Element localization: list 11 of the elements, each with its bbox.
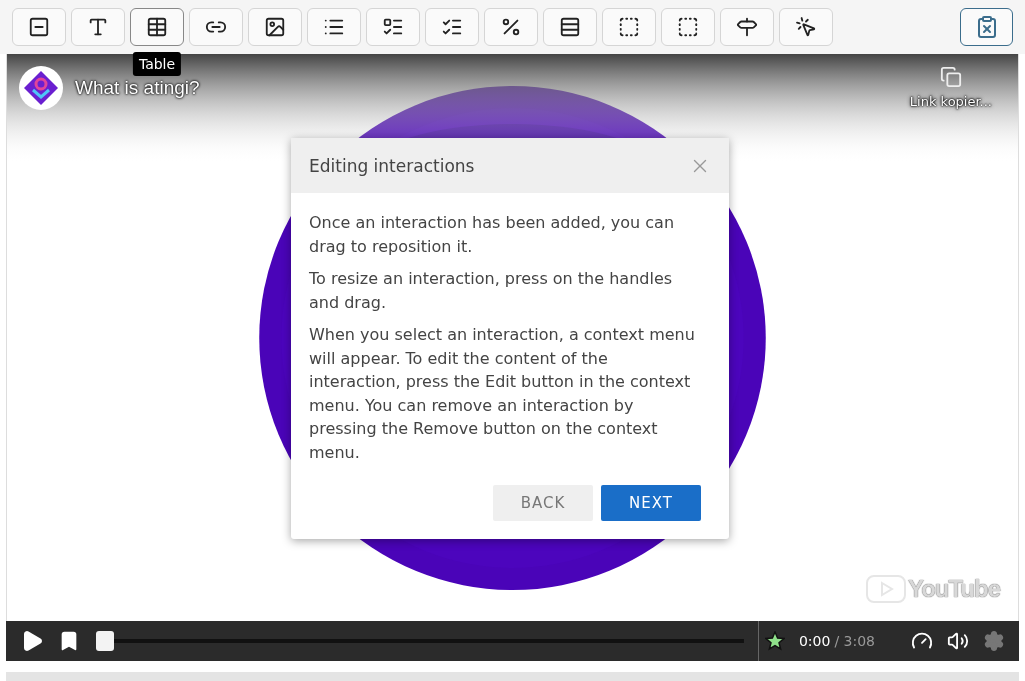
dialog-text: Once an interaction has been added, you can drag to reposition it. bbox=[309, 212, 676, 258]
back-button[interactable]: BACK bbox=[493, 485, 593, 521]
tooltip: Table bbox=[132, 52, 182, 76]
duration: / 3:08 bbox=[834, 633, 875, 649]
dialog-text: To resize an interaction, press on the handles and drag. bbox=[309, 268, 674, 314]
current-time: 0:00 bbox=[798, 633, 831, 649]
dialog-text: When you select an interaction, a context menu will appear. To edit the content of the interaction, press the Edit button in the context menu. You can remove an interaction by pressing the Remove button on the context menu. bbox=[309, 324, 696, 464]
share-label: Link kopier... bbox=[909, 94, 992, 109]
dialog-title: Editing interactions bbox=[309, 155, 475, 176]
video-title[interactable]: What is atingi? bbox=[75, 77, 200, 99]
next-button[interactable]: NEXT bbox=[601, 485, 701, 521]
